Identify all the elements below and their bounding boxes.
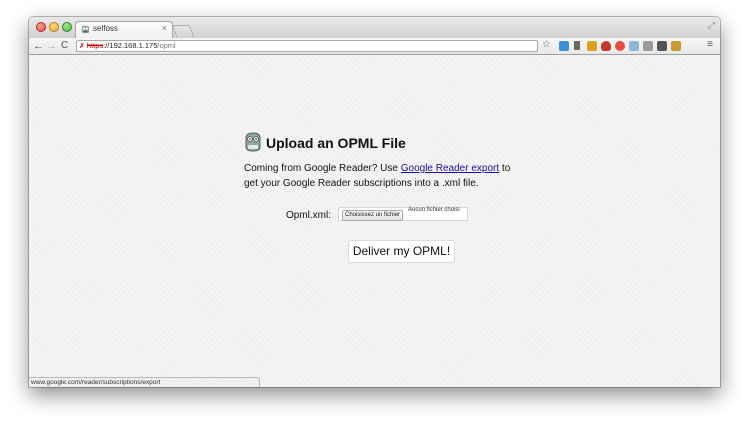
extension-1-icon[interactable]	[559, 41, 569, 51]
no-file-chosen-text: Aucun fichier choisi	[408, 207, 460, 213]
browser-toolbar: ← → C ✗ https://192.168.1.175/opml ☆ ≡	[29, 38, 720, 55]
extension-5-icon[interactable]	[615, 41, 625, 51]
back-button[interactable]: ←	[33, 39, 44, 53]
opml-upload-section: Upload an OPML File Coming from Google R…	[244, 132, 514, 263]
address-bar[interactable]: ✗ https://192.168.1.175/opml	[76, 40, 538, 52]
page-viewport: Upload an OPML File Coming from Google R…	[29, 55, 720, 387]
new-tab-button[interactable]	[171, 25, 195, 37]
browser-window: selfoss × ⤢ ← → C ✗ https://192.168.1.175…	[29, 17, 720, 387]
extension-7-icon[interactable]	[643, 41, 653, 51]
selfoss-favicon-icon	[81, 25, 90, 34]
insecure-lock-icon: ✗	[79, 43, 85, 50]
menu-icon[interactable]: ≡	[707, 39, 713, 50]
selfoss-logo-icon	[245, 132, 261, 152]
extension-9-icon[interactable]	[671, 41, 681, 51]
extension-6-icon[interactable]	[629, 41, 639, 51]
minimize-window-button[interactable]	[49, 22, 59, 32]
intro-text: Coming from Google Reader? Use Google Re…	[244, 161, 514, 191]
page-title: Upload an OPML File	[266, 135, 406, 151]
url-scheme: https	[86, 41, 104, 50]
forward-button[interactable]: →	[46, 39, 57, 53]
intro-before: Coming from Google Reader? Use	[244, 163, 401, 174]
url-path: /opml	[157, 41, 176, 50]
status-bar-url: www.google.com/reader/subscriptions/expo…	[29, 377, 260, 387]
deliver-opml-button[interactable]: Deliver my OPML!	[348, 240, 455, 263]
title-bar: selfoss × ⤢	[29, 17, 720, 38]
google-reader-export-link[interactable]: Google Reader export	[401, 163, 499, 174]
reload-button[interactable]: C	[61, 39, 68, 53]
tab-close-icon[interactable]: ×	[162, 23, 167, 33]
opml-file-input[interactable]: Choisissez un fichier Aucun fichier choi…	[338, 207, 468, 221]
tab-selfoss[interactable]: selfoss ×	[75, 21, 173, 38]
url-host: 192.168.1.175	[109, 41, 158, 50]
maximize-window-button[interactable]	[62, 22, 72, 32]
extension-3-icon[interactable]	[587, 41, 597, 51]
extension-8-icon[interactable]	[657, 41, 667, 51]
bookmark-star-icon[interactable]: ☆	[542, 39, 551, 50]
wrench-extension-icon[interactable]	[574, 41, 580, 50]
heading-row: Upload an OPML File	[244, 132, 514, 156]
close-window-button[interactable]	[36, 22, 46, 32]
tab-title: selfoss	[93, 24, 118, 33]
extension-4-icon[interactable]	[601, 41, 611, 51]
fullscreen-icon[interactable]: ⤢	[708, 20, 715, 31]
choose-file-button[interactable]: Choisissez un fichier	[342, 210, 404, 221]
opml-file-label: Opml.xml:	[286, 210, 331, 221]
